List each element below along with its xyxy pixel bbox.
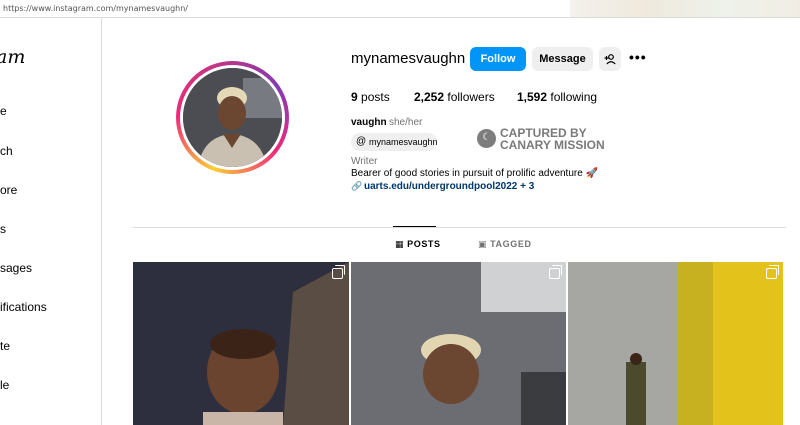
posts-count-label: posts <box>361 90 390 104</box>
tab-tagged-label: TAGGED <box>490 239 532 249</box>
sidebar-item-profile[interactable]: le <box>0 378 9 392</box>
left-sidebar: am e ch ore s sages ifications te le <box>0 18 102 425</box>
threads-handle: mynamesvaughn <box>369 137 438 147</box>
avatar-photo <box>183 68 282 167</box>
tab-posts-label: POSTS <box>407 239 441 249</box>
address-bar[interactable]: https://www.instagram.com/mynamesvaughn/ <box>0 0 800 18</box>
profile-category: Writer <box>351 156 378 167</box>
canary-mission-overlay: CAPTURED BY CANARY MISSION <box>500 127 605 151</box>
following-link[interactable]: 1,592 following <box>517 90 597 104</box>
profile-avatar[interactable] <box>176 61 289 174</box>
sidebar-item-notifications[interactable]: ifications <box>0 300 47 314</box>
sidebar-item-search[interactable]: ch <box>0 144 13 158</box>
followers-count-value: 2,252 <box>414 90 445 104</box>
avatar-border <box>180 65 285 170</box>
url-text[interactable]: https://www.instagram.com/mynamesvaughn/ <box>3 4 188 13</box>
tabs-divider <box>133 227 786 228</box>
suggested-users-button[interactable] <box>599 47 621 71</box>
tagged-icon: ▣ <box>478 239 488 249</box>
posts-count-value: 9 <box>351 90 358 104</box>
carousel-icon <box>766 265 779 279</box>
add-person-icon <box>604 54 616 65</box>
followers-link[interactable]: 2,252 followers <box>414 90 495 104</box>
follow-button[interactable]: Follow <box>470 47 526 71</box>
avatar-portrait <box>183 68 282 167</box>
post-thumbnail[interactable] <box>351 262 566 425</box>
sidebar-item-home[interactable]: e <box>0 104 7 118</box>
tab-posts[interactable]: ▦ POSTS <box>395 239 441 250</box>
canary-mission-icon: ☾ <box>477 129 496 148</box>
grid-icon: ▦ <box>395 239 405 249</box>
threads-icon: @ <box>356 136 367 147</box>
profile-pronouns: she/her <box>389 117 423 128</box>
carousel-icon <box>332 265 345 279</box>
captured-line-2: CANARY MISSION <box>500 138 605 152</box>
options-more-icon[interactable]: ••• <box>629 49 647 65</box>
post-image <box>351 262 566 425</box>
profile-bio: Bearer of good stories in pursuit of pro… <box>351 168 599 179</box>
post-thumbnail[interactable] <box>133 262 349 425</box>
post-image <box>568 262 783 425</box>
profile-username: mynamesvaughn <box>351 50 466 67</box>
post-thumbnail[interactable] <box>568 262 783 425</box>
message-button[interactable]: Message <box>532 47 593 71</box>
profile-full-name: vaughn <box>351 117 387 128</box>
threads-badge[interactable]: @ mynamesvaughn <box>351 133 438 151</box>
tab-tagged[interactable]: ▣ TAGGED <box>478 239 532 250</box>
sidebar-item-explore[interactable]: ore <box>0 183 17 197</box>
profile-external-link[interactable]: uarts.edu/undergroundpool2022 + 3 <box>364 181 534 192</box>
link-icon: 🔗 <box>351 181 363 191</box>
sidebar-item-reels[interactable]: s <box>0 222 6 236</box>
following-count-label: following <box>550 90 598 104</box>
sidebar-item-create[interactable]: te <box>0 339 10 353</box>
blurred-region <box>570 0 800 17</box>
posts-count: 9 posts <box>351 90 390 104</box>
active-tab-indicator <box>393 226 436 227</box>
following-count-value: 1,592 <box>517 90 548 104</box>
sidebar-item-messages[interactable]: sages <box>0 261 32 275</box>
carousel-icon <box>549 265 562 279</box>
instagram-logo[interactable]: am <box>0 46 25 68</box>
post-image <box>133 262 349 425</box>
followers-count-label: followers <box>447 90 495 104</box>
